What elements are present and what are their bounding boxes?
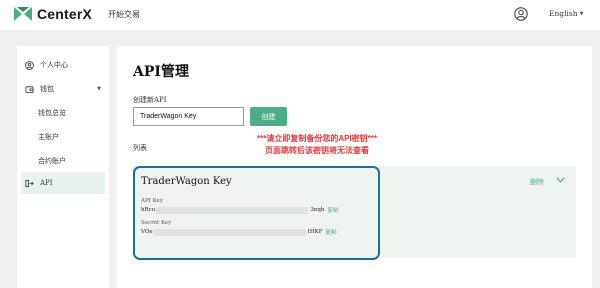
warning-text-line1: ***请立即复制备份您的API密钥***: [256, 134, 377, 143]
brand-logo[interactable]: CenterX: [14, 6, 92, 22]
caret-down-icon: ▼: [579, 10, 584, 17]
highlight-annotation: [133, 166, 380, 260]
nav-start-trading[interactable]: 开始交易: [108, 9, 140, 20]
wallet-icon: [25, 85, 34, 93]
sidebar-item-label: API: [40, 179, 53, 187]
sidebar: 个人中心 钱包 ▼ 钱包总览 主账户 合约账户 API: [17, 46, 109, 288]
create-api-label: 创建新API: [133, 96, 167, 104]
language-selector[interactable]: English ▼: [549, 9, 583, 18]
sidebar-item-profile[interactable]: 个人中心: [21, 54, 105, 76]
top-header: CenterX 开始交易 English ▼: [0, 0, 600, 30]
sidebar-item-label: 个人中心: [40, 61, 68, 69]
sidebar-item-label: 主账户: [38, 133, 59, 141]
user-account-icon[interactable]: [514, 7, 528, 21]
user-icon: [25, 60, 34, 70]
api-icon: [25, 179, 34, 187]
centerx-logo-icon: [14, 7, 32, 21]
sidebar-item-label: 合约账户: [38, 157, 66, 165]
sidebar-item-api[interactable]: API: [21, 172, 105, 194]
list-label: 列表: [133, 144, 147, 152]
api-name-input[interactable]: TraderWagon Key: [133, 107, 244, 126]
sidebar-item-label: 钱包: [40, 85, 54, 93]
sidebar-item-wallet-overview[interactable]: 钱包总览: [21, 102, 105, 124]
sidebar-item-main-account[interactable]: 主账户: [21, 126, 105, 148]
page-title: API管理: [133, 64, 189, 80]
sidebar-item-label: 钱包总览: [38, 109, 66, 117]
chevron-down-icon[interactable]: [556, 177, 565, 183]
language-label: English: [549, 9, 578, 18]
sidebar-item-futures-account[interactable]: 合约账户: [21, 150, 105, 172]
warning-text-line2: 页面跳转后该密钥将无法查看: [265, 146, 369, 155]
sidebar-item-wallet[interactable]: 钱包 ▼: [21, 78, 105, 100]
create-button[interactable]: 创建: [250, 107, 287, 126]
brand-name: CenterX: [37, 6, 93, 22]
caret-down-icon: ▼: [97, 86, 101, 92]
delete-button[interactable]: 删除: [530, 177, 544, 187]
